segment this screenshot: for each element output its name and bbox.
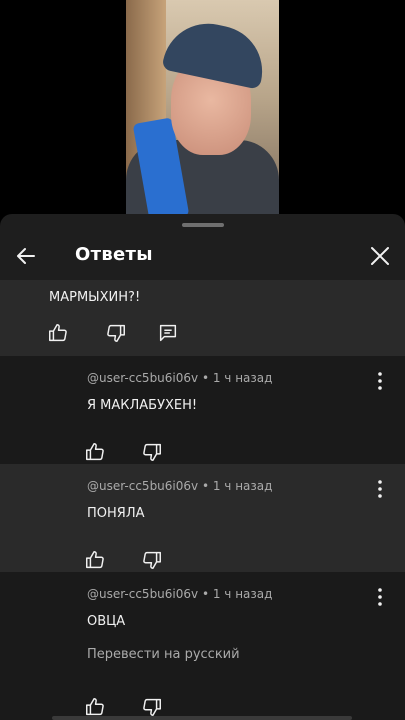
- thumbs-down-icon[interactable]: [141, 441, 163, 463]
- replies-sheet: Ответы МАРМЫХИН?! @user-cc5bu6i06v • 1 ч…: [0, 214, 405, 720]
- more-vert-icon[interactable]: [370, 370, 390, 392]
- thumbs-down-icon[interactable]: [141, 549, 163, 571]
- video-frame: [126, 0, 279, 216]
- comment-author[interactable]: @user-cc5bu6i06v: [87, 479, 198, 493]
- thumbs-up-icon[interactable]: [84, 441, 106, 463]
- close-icon[interactable]: [364, 240, 396, 272]
- comment-time: 1 ч назад: [212, 371, 273, 385]
- comment-time: 1 ч назад: [212, 587, 273, 601]
- drag-handle[interactable]: [182, 223, 224, 227]
- comment-text: ПОНЯЛА: [87, 506, 145, 521]
- comment-meta: @user-cc5bu6i06v • 1 ч назад: [87, 479, 273, 493]
- comment-text: МАРМЫХИН?!: [49, 290, 141, 305]
- back-arrow-icon[interactable]: [10, 240, 42, 272]
- comment-meta: @user-cc5bu6i06v • 1 ч назад: [87, 587, 273, 601]
- comment-text: Я МАКЛАБУХЕН!: [87, 398, 198, 413]
- comment-author[interactable]: @user-cc5bu6i06v: [87, 587, 198, 601]
- thumbs-up-icon[interactable]: [84, 696, 106, 718]
- reply-icon[interactable]: [157, 322, 179, 344]
- comment-meta: @user-cc5bu6i06v • 1 ч назад: [87, 371, 273, 385]
- thumbs-up-icon[interactable]: [84, 549, 106, 571]
- comment-author[interactable]: @user-cc5bu6i06v: [87, 371, 198, 385]
- video-player[interactable]: [0, 0, 405, 216]
- sheet-title: Ответы: [75, 244, 153, 265]
- home-indicator: [52, 716, 352, 720]
- comment-text: ОВЦА: [87, 614, 126, 629]
- reply-comment: @user-cc5bu6i06v • 1 ч назад Я МАКЛАБУХЕ…: [0, 356, 405, 464]
- parent-comment: МАРМЫХИН?!: [0, 280, 405, 356]
- thumbs-down-icon[interactable]: [105, 322, 127, 344]
- more-vert-icon[interactable]: [370, 586, 390, 608]
- translate-link[interactable]: Перевести на русский: [87, 647, 240, 662]
- reply-comment: @user-cc5bu6i06v • 1 ч назад ПОНЯЛА: [0, 464, 405, 572]
- thumbs-up-icon[interactable]: [47, 322, 69, 344]
- sheet-header: Ответы: [0, 232, 405, 280]
- more-vert-icon[interactable]: [370, 478, 390, 500]
- reply-comment: @user-cc5bu6i06v • 1 ч назад ОВЦА Переве…: [0, 572, 405, 720]
- comment-time: 1 ч назад: [212, 479, 273, 493]
- thumbs-down-icon[interactable]: [141, 696, 163, 718]
